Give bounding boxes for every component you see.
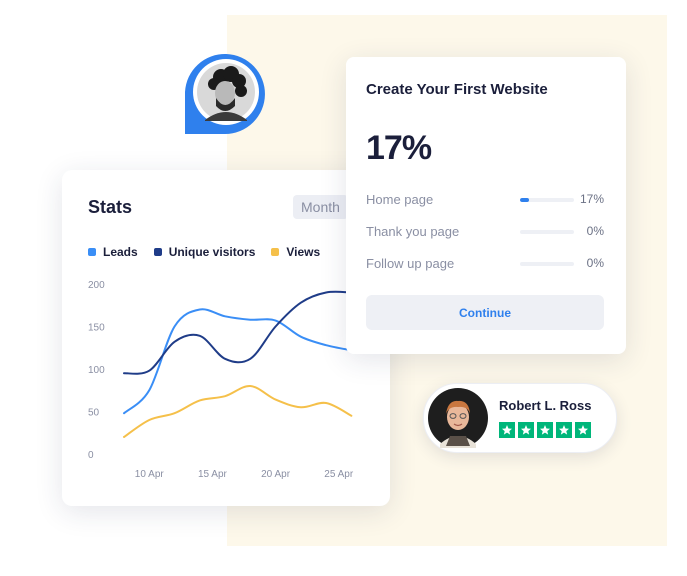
stats-card: 0 50 100 150 200 10 Apr 15 Apr 20 Apr 25 Apr Sta…	[62, 170, 390, 506]
overall-progress-percent: 17%	[366, 129, 432, 167]
legend-swatch-views	[271, 248, 280, 256]
legend-item-views[interactable]: Views	[271, 245, 320, 259]
star-icon	[537, 422, 553, 438]
progress-card-title: Create Your First Website	[366, 81, 548, 98]
y-tick-label: 0	[88, 450, 94, 461]
progress-row-follow-up-page: Follow up page 0%	[366, 256, 604, 272]
star-rating	[499, 422, 591, 438]
user-avatar-pin	[183, 50, 269, 136]
series-line-views	[123, 384, 353, 438]
legend-item-leads[interactable]: Leads	[88, 245, 138, 259]
y-tick-label: 200	[88, 280, 105, 291]
chart-legend: Leads Unique visitors Views	[88, 245, 320, 259]
x-tick-label: 10 Apr	[135, 469, 165, 480]
stats-title: Stats	[88, 197, 133, 217]
progress-row-value: 0%	[586, 224, 604, 238]
star-icon	[556, 422, 572, 438]
progress-row-thank-you-page: Thank you page 0%	[366, 224, 604, 240]
progress-row-label: Follow up page	[366, 256, 455, 271]
continue-button[interactable]: Continue	[366, 295, 604, 330]
x-tick-label: 25 Apr	[324, 469, 354, 480]
series-line-unique-visitors	[123, 290, 353, 375]
progress-row-value: 17%	[579, 192, 604, 206]
progress-row-home-page: Home page 17%	[366, 192, 604, 208]
progress-bar	[520, 230, 574, 234]
y-tick-label: 100	[88, 365, 105, 376]
stats-line-chart: 0 50 100 150 200 10 Apr 15 Apr 20 Apr 25 Apr	[88, 280, 354, 480]
x-tick-label: 20 Apr	[261, 469, 291, 480]
legend-label-views: Views	[286, 245, 321, 259]
reviewer-name: Robert L. Ross	[499, 398, 592, 413]
period-selector-button[interactable]: Month	[293, 195, 348, 219]
review-card: Robert L. Ross	[423, 383, 617, 453]
setup-progress-card: Create Your First Website 17% Home page …	[346, 57, 626, 354]
x-tick-label: 15 Apr	[198, 469, 228, 480]
progress-row-label: Home page	[366, 192, 434, 207]
progress-bar	[520, 262, 574, 266]
y-tick-label: 150	[88, 323, 105, 334]
reviewer-avatar	[428, 388, 488, 448]
legend-label-unique-visitors: Unique visitors	[168, 245, 256, 259]
user-avatar-pin-icon	[185, 54, 265, 134]
progress-bar	[520, 198, 574, 202]
legend-item-unique-visitors[interactable]: Unique visitors	[153, 245, 256, 259]
y-tick-label: 50	[88, 408, 100, 419]
progress-row-value: 0%	[586, 256, 604, 270]
progress-bar-fill	[520, 198, 530, 202]
progress-row-label: Thank you page	[366, 224, 460, 239]
star-icon	[518, 422, 534, 438]
star-icon	[575, 422, 591, 438]
legend-swatch-leads	[88, 248, 96, 256]
legend-label-leads: Leads	[103, 245, 138, 259]
star-icon	[499, 422, 515, 438]
legend-swatch-unique-visitors	[153, 248, 162, 256]
